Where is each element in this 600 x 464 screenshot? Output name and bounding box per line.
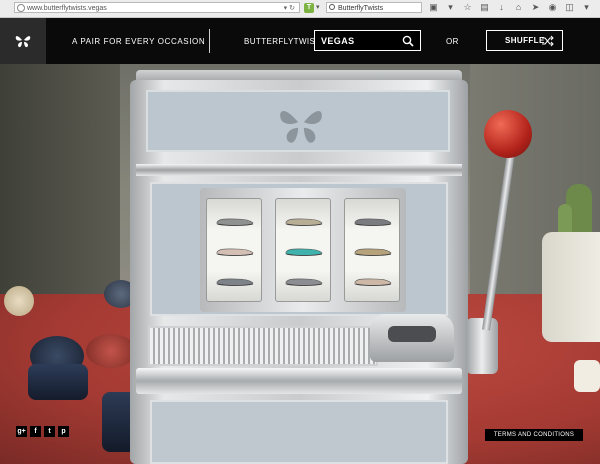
lever-handle[interactable] (484, 110, 532, 158)
twitter-icon[interactable]: t (44, 426, 55, 437)
reel-window (200, 188, 406, 312)
butterfly-logo-icon (280, 110, 322, 143)
browser-toolbar: www.butterflytwists.vegas ▾ ↻ T ▾ Butter… (0, 0, 600, 18)
nav-divider (209, 29, 210, 53)
google-plus-icon[interactable]: g+ (16, 426, 27, 437)
shoe-icon (216, 278, 254, 286)
poker-chip (28, 364, 88, 400)
shuffle-button[interactable]: SHUFFLE (486, 30, 563, 51)
send-icon[interactable]: ➤ (530, 2, 541, 14)
tagline: A PAIR FOR EVERY OCCASION (72, 37, 206, 46)
site-header: A PAIR FOR EVERY OCCASION BUTTERFLYTWIST… (0, 18, 600, 64)
save-icon[interactable]: ▣ (428, 2, 439, 14)
machine-lower-panel (150, 400, 448, 464)
shoe-icon (216, 218, 254, 226)
chrome-band (136, 164, 462, 176)
domain-search-input[interactable]: VEGAS (314, 30, 421, 51)
shoe-icon (354, 248, 392, 256)
hero-scene (0, 64, 600, 464)
machine-logo-panel (146, 90, 450, 152)
address-bar-url: www.butterflytwists.vegas (27, 5, 107, 12)
browser-search-box[interactable]: ButterflyTwists (326, 2, 422, 13)
logo[interactable] (0, 18, 46, 64)
domain-search-value: VEGAS (321, 36, 355, 46)
reel-panel (150, 182, 448, 316)
shoe-icon (354, 218, 392, 226)
plant-pot (542, 232, 600, 342)
shoe-icon (285, 248, 323, 256)
addon-dropdown-icon[interactable]: ▾ (316, 3, 320, 11)
site-favicon-icon (17, 4, 25, 12)
social-links: g+ f t p (16, 426, 69, 437)
or-label: OR (446, 37, 459, 46)
reel[interactable] (206, 198, 262, 302)
extension-icon[interactable]: ◫ (564, 2, 575, 14)
download-icon[interactable]: ↓ (496, 2, 507, 14)
butterfly-logo-icon (15, 36, 31, 48)
clipboard-icon[interactable]: ▤ (479, 2, 490, 14)
browser-icons: ▣ ▾ ☆ ▤ ↓ ⌂ ➤ ◉ ◫ ▾ ≡ (428, 2, 600, 14)
shuffle-icon (542, 35, 554, 47)
home-icon[interactable]: ⌂ (513, 2, 524, 14)
terms-and-conditions-link[interactable]: TERMS AND CONDITIONS (485, 429, 583, 441)
coin-slot (370, 314, 454, 362)
slot-machine (128, 70, 470, 464)
address-bar[interactable]: www.butterflytwists.vegas ▾ ↻ (14, 2, 300, 13)
chat-icon[interactable]: ◉ (547, 2, 558, 14)
coin-tray (148, 326, 378, 366)
search-icon (329, 4, 335, 10)
facebook-icon[interactable]: f (30, 426, 41, 437)
shoe-icon (285, 278, 323, 286)
chrome-band (136, 368, 462, 394)
browser-search-text: ButterflyTwists (338, 5, 384, 12)
dice (574, 360, 600, 392)
shoe-icon (216, 248, 254, 256)
shoe-icon (354, 278, 392, 286)
shuffle-label: SHUFFLE (505, 36, 545, 45)
reel[interactable] (344, 198, 400, 302)
addon-button[interactable]: T (304, 3, 314, 13)
dropdown-icon[interactable]: ▾ (445, 2, 456, 14)
reel[interactable] (275, 198, 331, 302)
search-icon[interactable] (402, 35, 414, 47)
dropdown-icon[interactable]: ▾ (581, 2, 592, 14)
bookmark-star-icon[interactable]: ☆ (462, 2, 473, 14)
shoe-icon (285, 218, 323, 226)
reload-icon[interactable]: ▾ ↻ (284, 3, 295, 14)
pinterest-icon[interactable]: p (58, 426, 69, 437)
poker-chip (4, 286, 34, 316)
background-wall (0, 64, 120, 314)
